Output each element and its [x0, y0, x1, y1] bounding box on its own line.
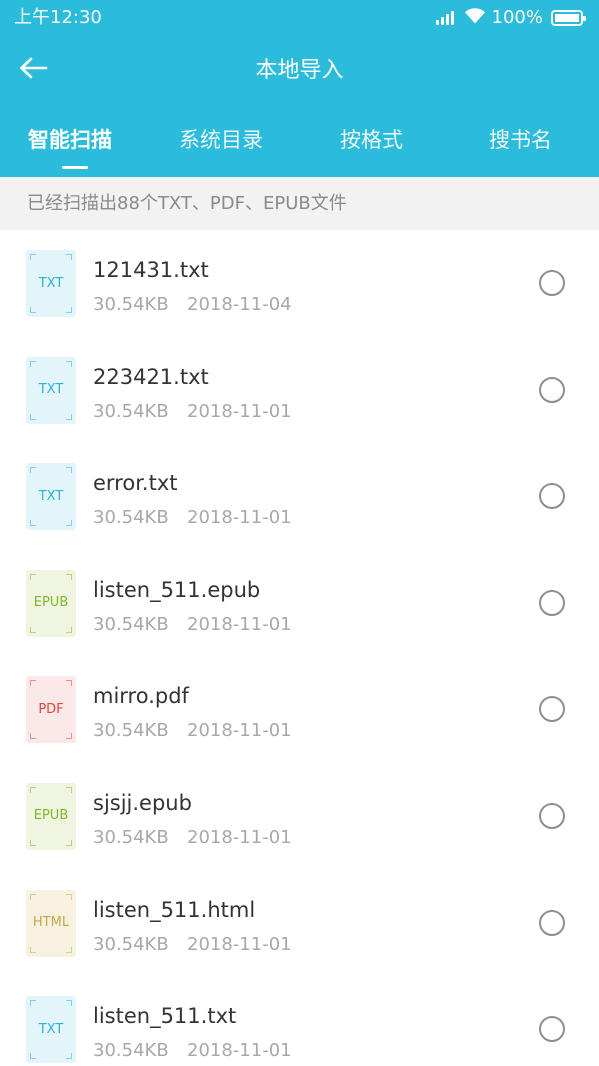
- file-list-item[interactable]: TXT 223421.txt 30.54KB 2018-11-01: [0, 337, 599, 444]
- status-bar: 上午12:30 100%: [0, 0, 599, 36]
- tab-search-title[interactable]: 搜书名: [489, 118, 552, 162]
- file-date: 2018-11-01: [187, 613, 292, 635]
- tab-by-format[interactable]: 按格式: [340, 118, 403, 162]
- file-type-icon: TXT: [26, 463, 76, 531]
- select-radio-button[interactable]: [539, 483, 565, 510]
- file-type-label: EPUB: [33, 808, 69, 824]
- file-date: 2018-11-01: [187, 1040, 292, 1062]
- select-radio-button[interactable]: [539, 802, 565, 829]
- select-radio-button[interactable]: [539, 696, 565, 723]
- status-icons: 100%: [435, 6, 586, 30]
- file-size: 30.54KB: [93, 1040, 169, 1062]
- tab-system-directory[interactable]: 系统目录: [179, 118, 263, 162]
- file-name: error.txt: [93, 471, 178, 496]
- file-size: 30.54KB: [93, 507, 169, 529]
- file-type-icon: TXT: [26, 250, 76, 317]
- file-type-icon: EPUB: [26, 569, 76, 637]
- select-radio-button[interactable]: [539, 1016, 565, 1043]
- file-name: listen_511.epub: [93, 577, 261, 602]
- file-type-label: EPUB: [33, 595, 69, 611]
- file-date: 2018-11-01: [187, 720, 292, 742]
- file-type-label: TXT: [38, 275, 64, 291]
- file-name: listen_511.txt: [93, 1004, 237, 1029]
- select-radio-button[interactable]: [539, 909, 565, 936]
- tab-smart-scan[interactable]: 智能扫描: [28, 118, 112, 162]
- battery-percent: 100%: [491, 7, 543, 28]
- file-type-label: TXT: [38, 1021, 64, 1037]
- file-list-item[interactable]: TXT 121431.txt 30.54KB 2018-11-04: [0, 230, 599, 337]
- scan-summary-text: 已经扫描出88个TXT、PDF、EPUB文件: [27, 193, 347, 214]
- file-list-item[interactable]: PDF mirro.pdf 30.54KB 2018-11-01: [0, 656, 599, 763]
- file-date: 2018-11-01: [187, 933, 292, 955]
- battery-icon: [551, 10, 586, 26]
- file-list-item[interactable]: HTML listen_511.html 30.54KB 2018-11-01: [0, 870, 599, 977]
- file-date: 2018-11-04: [187, 294, 292, 315]
- file-date: 2018-11-01: [187, 826, 292, 848]
- file-type-icon: PDF: [26, 676, 76, 744]
- file-list-item[interactable]: TXT listen_511.txt 30.54KB 2018-11-01: [0, 976, 599, 1066]
- file-size: 30.54KB: [93, 294, 169, 315]
- active-tab-indicator: [62, 166, 88, 169]
- file-type-icon: TXT: [26, 356, 76, 424]
- select-radio-button[interactable]: [539, 589, 565, 616]
- file-type-icon: HTML: [26, 889, 76, 957]
- file-name: sjsjj.epub: [93, 790, 192, 815]
- file-name: 223421.txt: [93, 364, 209, 389]
- file-type-label: TXT: [38, 488, 64, 504]
- file-date: 2018-11-01: [187, 507, 292, 529]
- file-list-item[interactable]: TXT error.txt 30.54KB 2018-11-01: [0, 443, 599, 550]
- file-name: 121431.txt: [93, 258, 209, 282]
- file-type-label: PDF: [38, 701, 64, 717]
- file-name: listen_511.html: [93, 897, 256, 922]
- file-date: 2018-11-01: [187, 400, 292, 422]
- file-type-label: HTML: [32, 915, 70, 931]
- status-time: 上午12:30: [14, 7, 102, 28]
- file-type-icon: TXT: [26, 996, 76, 1064]
- page-title: 本地导入: [255, 58, 344, 83]
- scan-summary-bar: 已经扫描出88个TXT、PDF、EPUB文件: [0, 177, 599, 230]
- wifi-icon: [464, 8, 486, 28]
- file-list: TXT 121431.txt 30.54KB 2018-11-04 TXT 223421.…: [0, 230, 599, 1066]
- file-size: 30.54KB: [93, 933, 169, 955]
- select-radio-button[interactable]: [539, 270, 565, 296]
- file-size: 30.54KB: [93, 613, 169, 635]
- file-type-icon: EPUB: [26, 782, 76, 850]
- app-header: 上午12:30 100% 本地导入 智能扫描 系统目录 按格式 搜书名: [0, 0, 599, 177]
- signal-icon: [435, 11, 456, 25]
- file-list-item[interactable]: EPUB listen_511.epub 30.54KB 2018-11-01: [0, 550, 599, 657]
- file-type-label: TXT: [38, 382, 64, 398]
- file-size: 30.54KB: [93, 400, 169, 422]
- select-radio-button[interactable]: [539, 376, 565, 403]
- file-list-item[interactable]: EPUB sjsjj.epub 30.54KB 2018-11-01: [0, 763, 599, 870]
- file-size: 30.54KB: [93, 720, 169, 742]
- file-name: mirro.pdf: [93, 684, 189, 709]
- tab-bar: 智能扫描 系统目录 按格式 搜书名: [0, 118, 599, 170]
- file-size: 30.54KB: [93, 826, 169, 848]
